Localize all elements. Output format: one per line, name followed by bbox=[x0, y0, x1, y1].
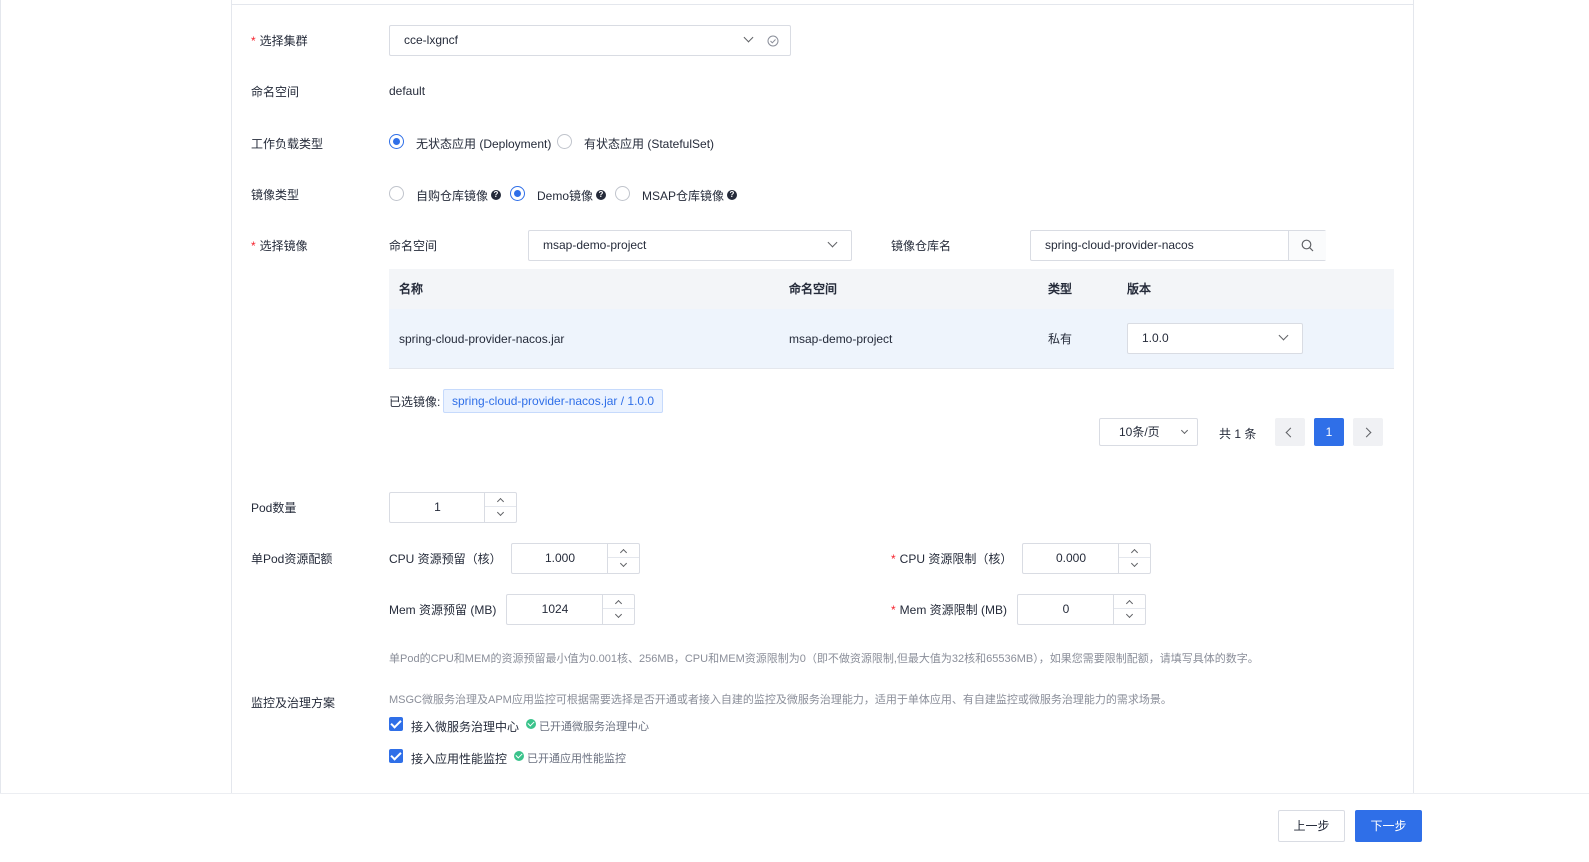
msgc-checkbox[interactable] bbox=[389, 717, 403, 731]
radio-own-repo-label: 自购仓库镜像 bbox=[416, 189, 489, 203]
cpu-request-stepper[interactable]: 1.000 bbox=[511, 543, 640, 574]
pod-count-stepper[interactable]: 1 bbox=[389, 492, 517, 523]
mem-request-value[interactable]: 1024 bbox=[507, 595, 603, 624]
decrement-button[interactable] bbox=[485, 508, 516, 522]
table-header: 名称 命名空间 类型 版本 bbox=[389, 269, 1394, 309]
chevron-down-icon bbox=[827, 237, 838, 248]
cpu-request-value[interactable]: 1.000 bbox=[512, 544, 608, 573]
radio-demo[interactable] bbox=[510, 186, 525, 201]
col-name-header: 名称 bbox=[399, 282, 424, 296]
cluster-select[interactable]: cce-lxgncf bbox=[389, 25, 791, 56]
increment-button[interactable] bbox=[608, 544, 639, 558]
pod-count-label: Pod数量 bbox=[251, 501, 297, 515]
image-namespace-label: 命名空间 bbox=[389, 239, 438, 253]
chevron-down-icon bbox=[1278, 330, 1289, 341]
decrement-button[interactable] bbox=[603, 610, 634, 624]
radio-demo-label: Demo镜像 bbox=[537, 189, 594, 203]
increment-button[interactable] bbox=[603, 595, 634, 609]
repo-search-value: spring-cloud-provider-nacos bbox=[1045, 238, 1194, 252]
namespace-value: default bbox=[389, 84, 426, 98]
cluster-select-value: cce-lxgncf bbox=[404, 33, 459, 47]
cpu-request-label: CPU 资源预留（核） bbox=[389, 552, 502, 566]
resources-note: 单Pod的CPU和MEM的资源预留最小值为0.001核、256MB，CPU和ME… bbox=[389, 653, 1259, 665]
help-icon[interactable]: ? bbox=[727, 190, 737, 200]
page-number-button[interactable]: 1 bbox=[1314, 418, 1344, 446]
msgc-checkbox-label: 接入微服务治理中心 bbox=[411, 720, 520, 734]
next-page-button[interactable] bbox=[1353, 418, 1383, 446]
decrement-button[interactable] bbox=[1114, 610, 1145, 624]
row-type: 私有 bbox=[1048, 332, 1073, 346]
table-row[interactable]: spring-cloud-provider-nacos.jar msap-dem… bbox=[389, 309, 1394, 369]
mem-limit-stepper[interactable]: 0 bbox=[1017, 594, 1146, 625]
radio-own-repo[interactable] bbox=[389, 186, 404, 201]
monitoring-label: 监控及治理方案 bbox=[251, 696, 336, 710]
selected-image-tag: spring-cloud-provider-nacos.jar / 1.0.0 bbox=[443, 389, 664, 413]
radio-deployment-label: 无状态应用 (Deployment) bbox=[416, 137, 552, 151]
help-icon[interactable]: ? bbox=[491, 190, 501, 200]
image-namespace-value: msap-demo-project bbox=[543, 238, 647, 252]
mem-limit-value[interactable]: 0 bbox=[1018, 595, 1114, 624]
radio-deployment[interactable] bbox=[389, 134, 404, 149]
increment-button[interactable] bbox=[485, 493, 516, 507]
apm-status: 已开通应用性能监控 bbox=[527, 753, 626, 765]
radio-statefulset-label: 有状态应用 (StatefulSet) bbox=[584, 137, 715, 151]
right-background bbox=[1414, 0, 1589, 800]
row-name: spring-cloud-provider-nacos.jar bbox=[399, 332, 565, 346]
cluster-label: * 选择集群 bbox=[251, 34, 308, 48]
radio-msap[interactable] bbox=[615, 186, 630, 201]
increment-button[interactable] bbox=[1119, 544, 1150, 558]
check-icon bbox=[526, 719, 536, 729]
repo-search-input[interactable]: spring-cloud-provider-nacos bbox=[1030, 230, 1326, 261]
col-version-header: 版本 bbox=[1127, 282, 1152, 296]
left-background bbox=[0, 0, 231, 800]
chevron-down-icon bbox=[743, 32, 754, 43]
mem-request-label: Mem 资源预留 (MB) bbox=[389, 603, 497, 617]
apm-checkbox-label: 接入应用性能监控 bbox=[411, 752, 508, 766]
image-type-label: 镜像类型 bbox=[251, 188, 300, 202]
namespace-label: 命名空间 bbox=[251, 85, 300, 99]
version-select[interactable]: 1.0.0 bbox=[1127, 323, 1303, 354]
cpu-limit-value[interactable]: 0.000 bbox=[1023, 544, 1119, 573]
search-icon bbox=[1301, 239, 1314, 252]
chevron-down-icon bbox=[1180, 426, 1189, 435]
prev-page-button[interactable] bbox=[1275, 418, 1305, 446]
chevron-right-icon bbox=[1361, 427, 1372, 438]
image-namespace-select[interactable]: msap-demo-project bbox=[528, 230, 852, 261]
row-namespace: msap-demo-project bbox=[789, 332, 893, 346]
decrement-button[interactable] bbox=[608, 559, 639, 573]
check-icon bbox=[514, 751, 524, 761]
pagination-total: 共 1 条 bbox=[1219, 427, 1257, 441]
page-size-select[interactable]: 10条/页 bbox=[1099, 418, 1198, 446]
select-image-label: * 选择镜像 bbox=[251, 239, 308, 253]
next-step-button[interactable]: 下一步 bbox=[1355, 810, 1422, 842]
form-panel: * 选择集群 cce-lxgncf 命名空间 default 工作负载类型 无状态… bbox=[231, 0, 1414, 800]
increment-button[interactable] bbox=[1114, 595, 1145, 609]
footer-bar: 上一步 下一步 bbox=[0, 793, 1589, 862]
cpu-limit-stepper[interactable]: 0.000 bbox=[1022, 543, 1151, 574]
page-size-value: 10条/页 bbox=[1119, 425, 1160, 439]
apm-checkbox[interactable] bbox=[389, 749, 403, 763]
selected-image-label: 已选镜像: bbox=[389, 395, 441, 409]
chevron-left-icon bbox=[1285, 427, 1296, 438]
radio-msap-label: MSAP仓库镜像 bbox=[642, 189, 725, 203]
col-namespace-header: 命名空间 bbox=[789, 282, 838, 296]
image-table: 名称 命名空间 类型 版本 spring-cloud-provider-naco… bbox=[389, 269, 1394, 369]
help-icon[interactable]: ? bbox=[596, 190, 606, 200]
msgc-status: 已开通微服务治理中心 bbox=[539, 721, 649, 733]
col-type-header: 类型 bbox=[1048, 282, 1073, 296]
prev-step-button[interactable]: 上一步 bbox=[1278, 810, 1345, 842]
repo-name-label: 镜像仓库名 bbox=[891, 239, 952, 253]
monitoring-note: MSGC微服务治理及APM应用监控可根据需要选择是否开通或者接入自建的监控及微服… bbox=[389, 694, 1172, 706]
search-button[interactable] bbox=[1288, 231, 1326, 260]
mem-limit-label: * Mem 资源限制 (MB) bbox=[891, 603, 1007, 617]
mem-request-stepper[interactable]: 1024 bbox=[506, 594, 635, 625]
workload-type-label: 工作负载类型 bbox=[251, 137, 324, 151]
radio-statefulset[interactable] bbox=[557, 134, 572, 149]
cpu-limit-label: * CPU 资源限制（核） bbox=[891, 552, 1013, 566]
decrement-button[interactable] bbox=[1119, 559, 1150, 573]
resources-label: 单Pod资源配额 bbox=[251, 552, 333, 566]
version-value: 1.0.0 bbox=[1142, 331, 1169, 345]
clear-icon[interactable] bbox=[767, 35, 779, 47]
pod-count-value[interactable]: 1 bbox=[390, 493, 485, 522]
